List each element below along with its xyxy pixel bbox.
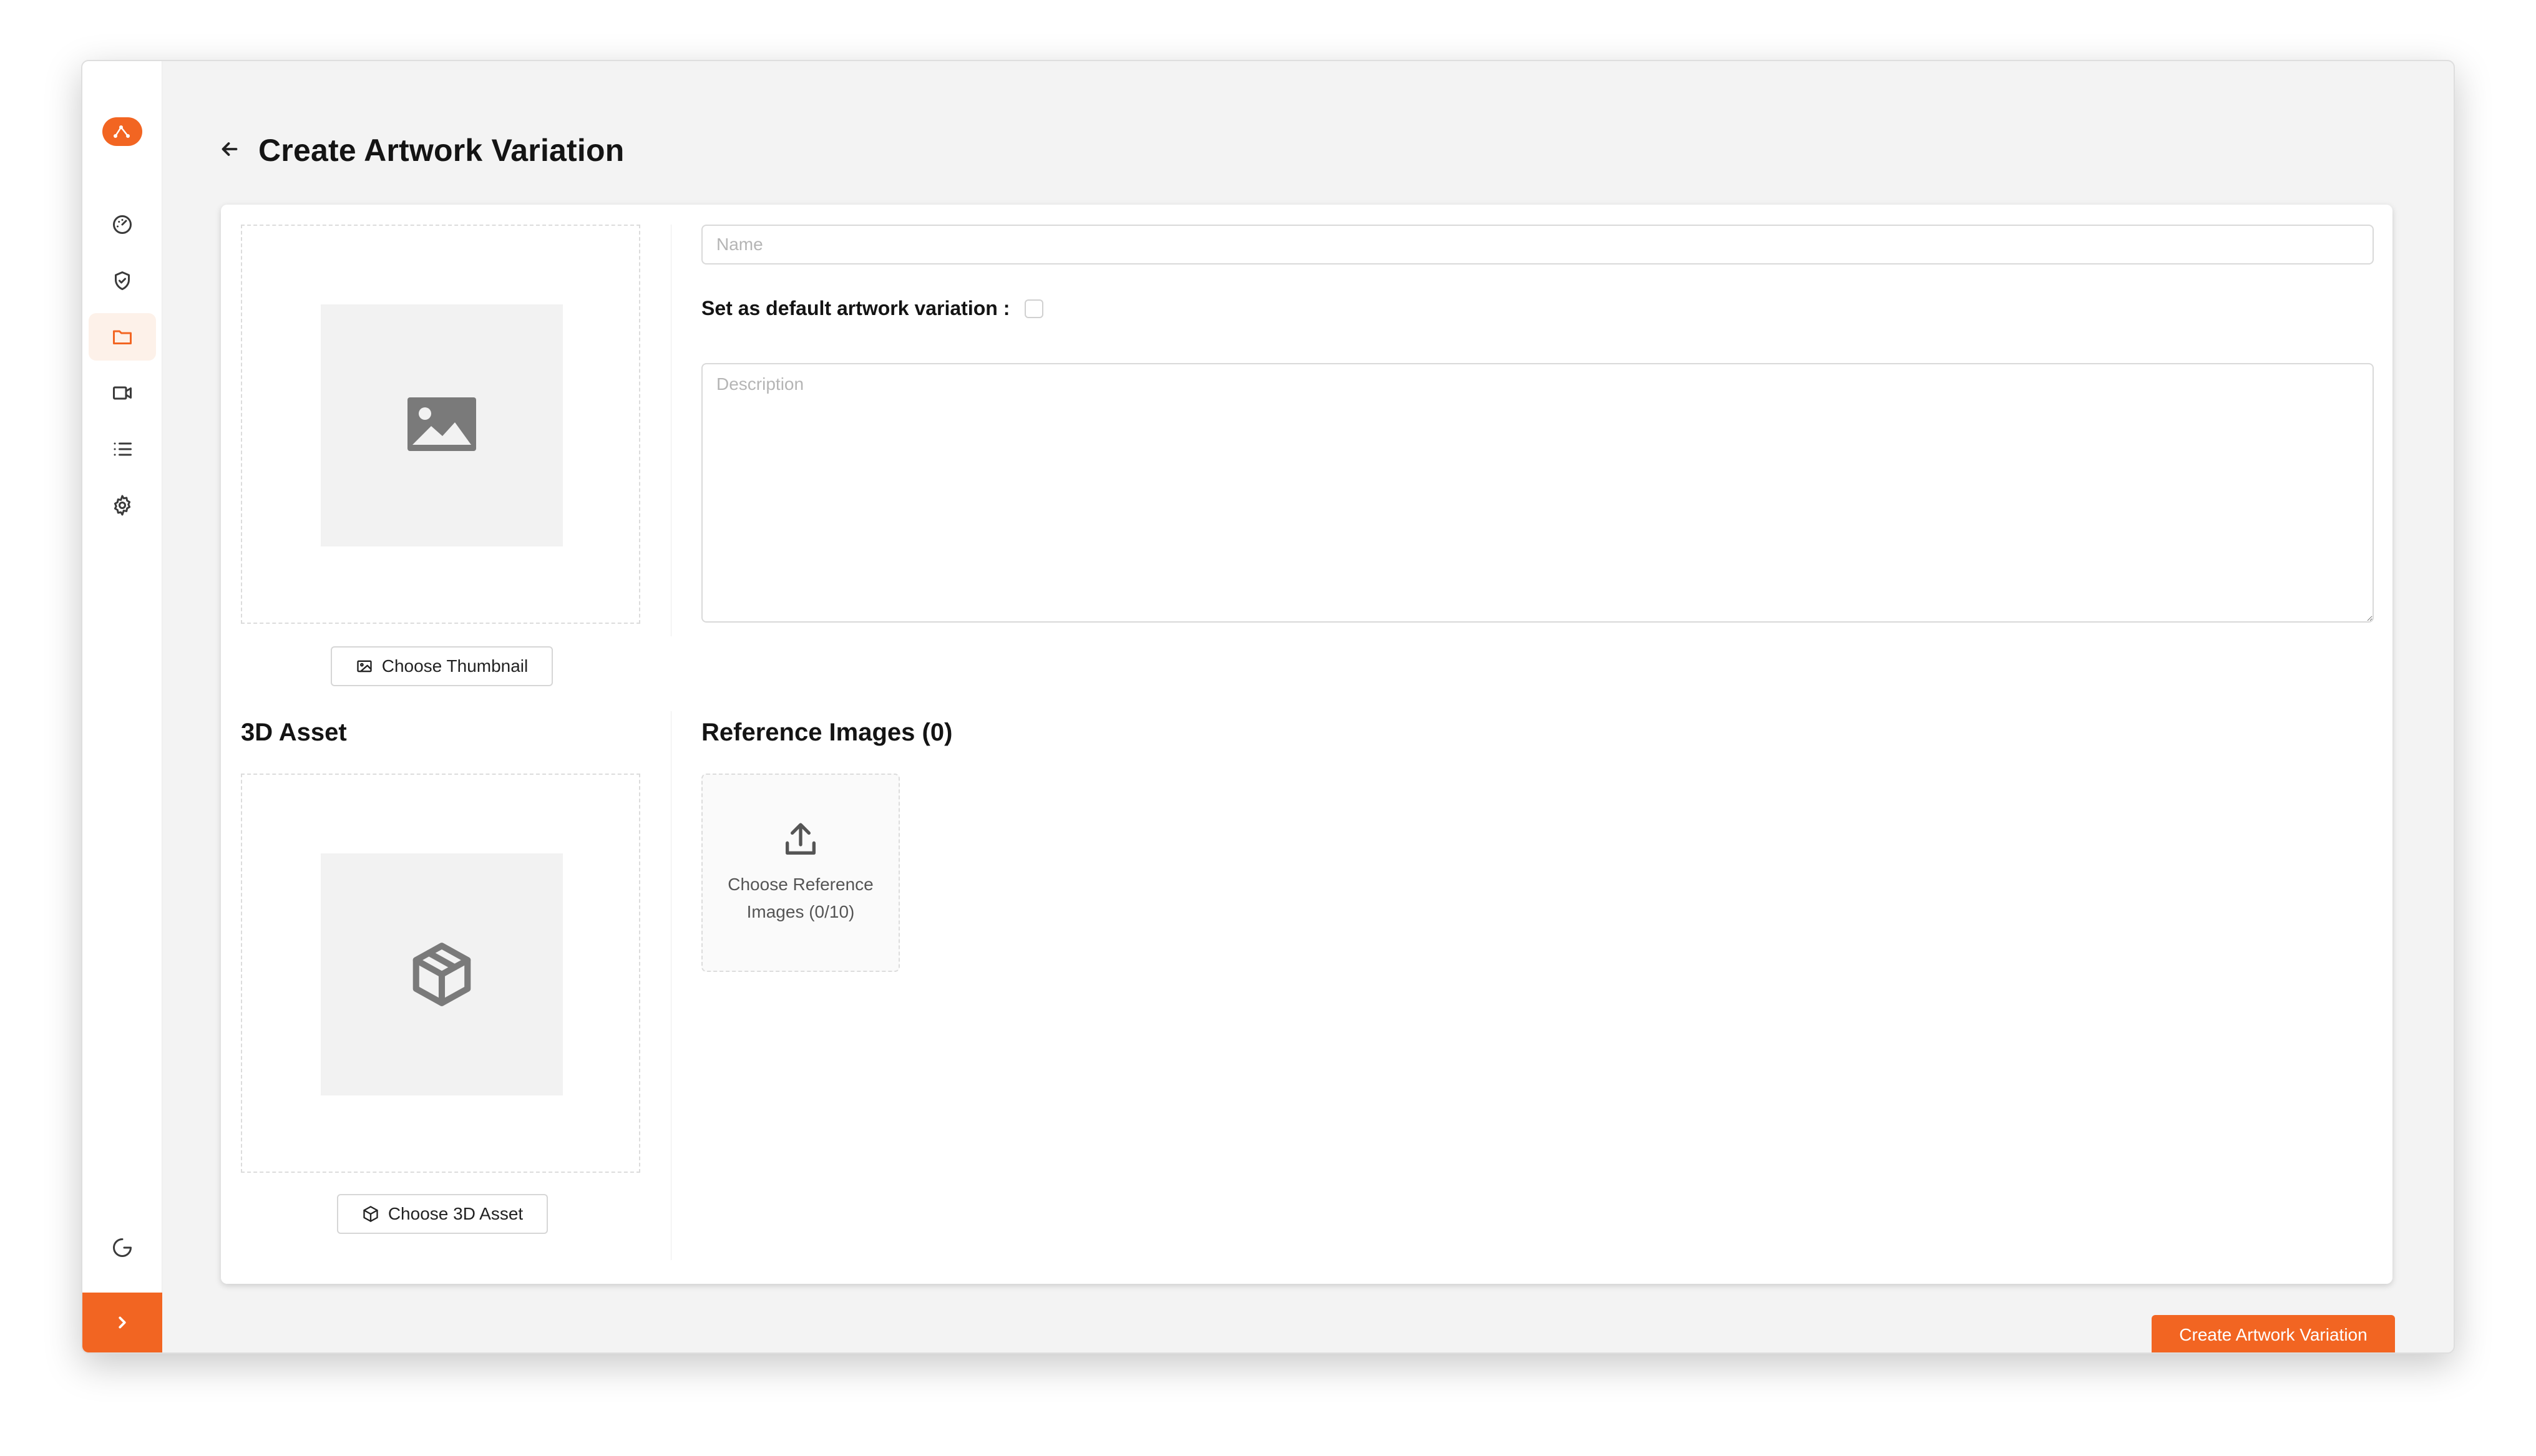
cube-icon [412, 943, 471, 1006]
choose-3d-asset-label: Choose 3D Asset [388, 1204, 524, 1223]
logo-icon [114, 125, 130, 138]
name-input[interactable] [701, 225, 2374, 265]
asset-section-title: 3D Asset [241, 719, 347, 746]
cube-icon [363, 1206, 378, 1222]
sidebar-item-settings[interactable] [89, 482, 156, 529]
page-header: Create Artwork Variation [218, 132, 624, 168]
reference-images-upload[interactable]: Choose Reference Images (0/10) [701, 774, 900, 972]
description-textarea[interactable] [701, 363, 2374, 623]
create-artwork-variation-button[interactable]: Create Artwork Variation [2152, 1315, 2395, 1352]
choose-3d-asset-button[interactable]: Choose 3D Asset [337, 1194, 548, 1234]
app-window: Create Artwork Variation Choose Thumbnai… [81, 60, 2455, 1354]
sidebar-item-list[interactable] [89, 425, 156, 473]
video-icon [113, 386, 132, 400]
choose-thumbnail-button[interactable]: Choose Thumbnail [331, 646, 553, 686]
thumbnail-placeholder [321, 304, 563, 546]
upload-icon [786, 823, 816, 855]
image-placeholder-icon [407, 397, 476, 451]
choose-thumbnail-label: Choose Thumbnail [381, 656, 529, 676]
logout-button[interactable] [89, 1224, 156, 1271]
sidebar-item-dashboard[interactable] [89, 201, 156, 248]
back-button[interactable] [218, 138, 241, 163]
gauge-icon [113, 215, 132, 234]
reference-section-title: Reference Images (0) [701, 719, 953, 746]
folder-icon [113, 330, 132, 344]
form-card: Choose Thumbnail 3D Asset Choose 3D Asse… [221, 205, 2392, 1284]
default-variation-checkbox[interactable] [1025, 299, 1044, 318]
page-title: Create Artwork Variation [258, 133, 625, 168]
asset-placeholder [321, 853, 563, 1095]
app-logo[interactable] [102, 117, 142, 146]
sidebar [82, 61, 162, 1352]
sidebar-item-security[interactable] [89, 257, 156, 304]
thumbnail-dropzone[interactable] [241, 225, 640, 624]
sidebar-item-folders[interactable] [89, 313, 156, 361]
shield-check-icon [115, 271, 130, 290]
asset-dropzone[interactable] [241, 774, 640, 1173]
list-icon [114, 442, 132, 456]
sidebar-item-media[interactable] [89, 369, 156, 417]
image-icon [357, 660, 372, 672]
default-variation-label: Set as default artwork variation : [701, 297, 1010, 319]
sidebar-expand-button[interactable] [82, 1293, 162, 1352]
chevron-right-icon [119, 1316, 126, 1329]
default-variation-row: Set as default artwork variation : [701, 297, 1044, 320]
reference-upload-label: Choose Reference Images (0/10) [728, 875, 874, 921]
gear-icon [114, 495, 131, 516]
logout-icon [113, 1238, 132, 1257]
arrow-left-icon [222, 142, 238, 156]
